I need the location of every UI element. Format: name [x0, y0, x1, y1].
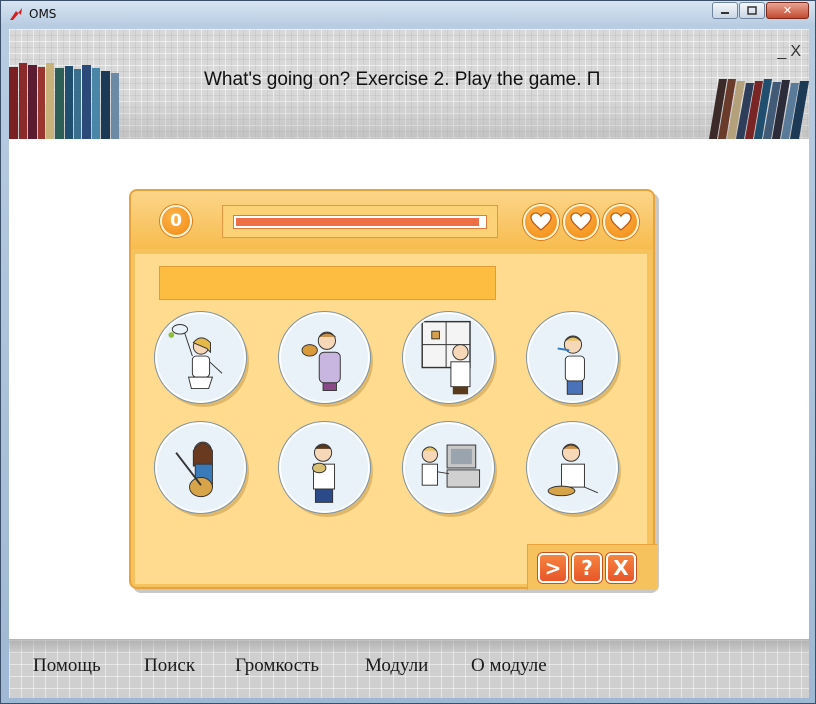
man-making-food-icon	[547, 443, 599, 497]
close-icon: ✕	[782, 4, 793, 17]
boy-using-computer-icon	[421, 444, 481, 488]
progress-track	[233, 215, 487, 229]
help-button[interactable]: ?	[572, 553, 602, 583]
exit-game-button[interactable]: X	[606, 553, 636, 583]
close-button[interactable]: ✕	[766, 2, 809, 19]
maximize-button[interactable]	[739, 2, 765, 19]
menu-volume[interactable]: Громкость	[235, 655, 319, 677]
menu-about-module[interactable]: О модуле	[471, 655, 547, 677]
next-icon: >	[544, 556, 562, 580]
life-heart	[603, 204, 639, 240]
heart-icon	[610, 212, 632, 231]
title-bar[interactable]: OMS ✕	[1, 1, 815, 27]
game-status-bar: 0	[131, 191, 653, 249]
lives-indicator	[523, 204, 639, 240]
header-close-button[interactable]: X	[790, 43, 801, 61]
boy-brushing-teeth-icon	[557, 335, 585, 395]
minimize-button[interactable]	[712, 2, 738, 19]
picture-card[interactable]	[527, 422, 618, 513]
window-title: OMS	[29, 7, 57, 21]
picture-card[interactable]	[279, 422, 370, 513]
header-minimize-button[interactable]: _	[777, 43, 786, 61]
timer-progress	[222, 205, 498, 238]
life-heart	[523, 204, 559, 240]
next-button[interactable]: >	[538, 553, 568, 583]
progress-fill	[236, 218, 479, 226]
content-area: 0 > ? X	[9, 139, 809, 639]
picture-card[interactable]	[403, 312, 494, 403]
menu-modules[interactable]: Модули	[365, 655, 428, 677]
boy-eating-sandwich-icon	[301, 331, 341, 391]
heart-icon	[570, 212, 592, 231]
minimize-icon	[721, 11, 729, 14]
game-board: > ? X	[135, 254, 657, 590]
picture-card[interactable]	[279, 312, 370, 403]
bookshelf-right-icon	[709, 79, 809, 139]
page-title: What's going on? Exercise 2. Play the ga…	[204, 69, 601, 90]
header-window-controls: _ X	[777, 43, 801, 61]
man-cleaning-window-icon	[421, 320, 471, 395]
girl-playing-guitar-icon	[175, 441, 213, 498]
bookshelf-left-icon	[9, 63, 119, 139]
heart-icon	[530, 212, 552, 231]
game-panel: 0 > ? X	[129, 189, 657, 590]
menu-search[interactable]: Поиск	[144, 655, 195, 677]
life-heart	[563, 204, 599, 240]
picture-card[interactable]	[403, 422, 494, 513]
exit-icon: X	[613, 556, 629, 580]
bottom-menu-bar: Помощь Поиск Громкость Модули О модуле	[9, 640, 809, 698]
score-badge: 0	[160, 205, 192, 237]
man-washing-face-icon	[312, 443, 336, 503]
app-window: OMS ✕ What's going on? Exercise 2. Play …	[0, 0, 816, 704]
maximize-icon	[747, 5, 757, 15]
help-icon: ?	[581, 556, 593, 580]
answer-field	[159, 266, 496, 300]
window-controls: ✕	[712, 2, 809, 19]
picture-card[interactable]	[527, 312, 618, 403]
control-panel: > ? X	[527, 544, 657, 590]
header-banner: What's going on? Exercise 2. Play the ga…	[9, 29, 809, 139]
picture-card[interactable]	[155, 312, 246, 403]
girl-playing-tennis-icon	[168, 324, 223, 390]
menu-help[interactable]: Помощь	[33, 655, 101, 677]
picture-card[interactable]	[155, 422, 246, 513]
app-logo-icon	[10, 8, 22, 20]
